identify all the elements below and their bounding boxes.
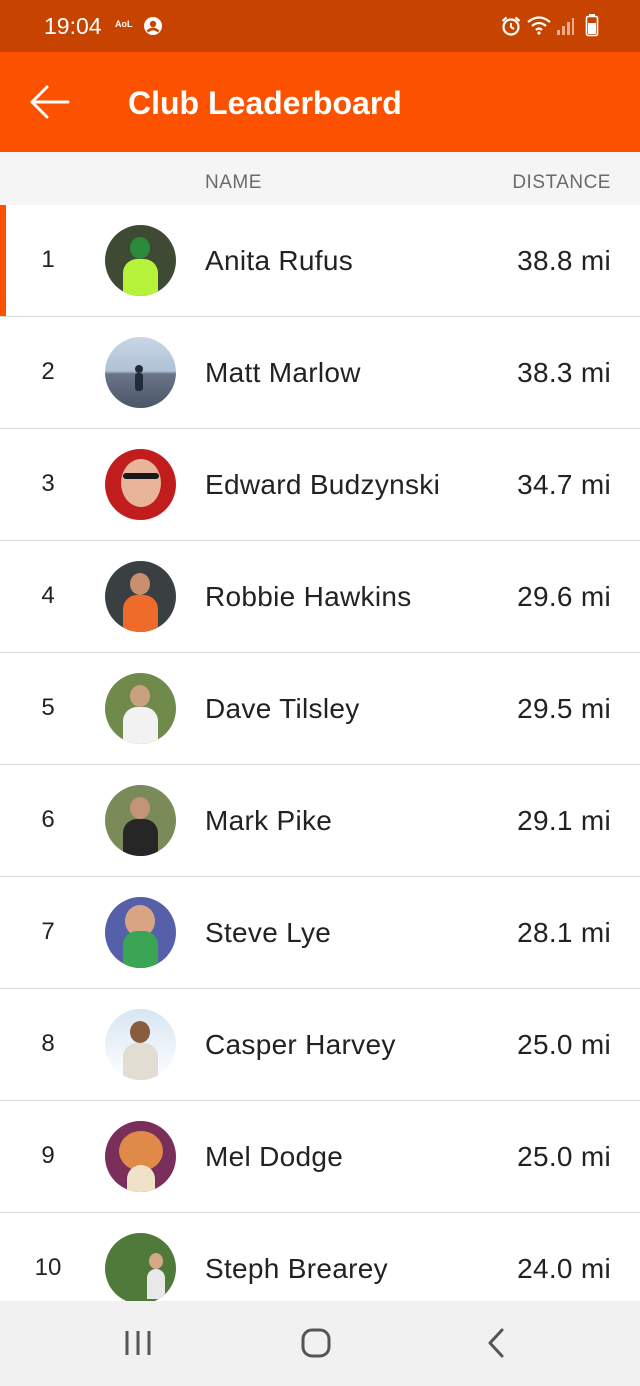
leaderboard-row[interactable]: 7 Steve Lye 28.1 mi xyxy=(0,877,640,989)
avatar xyxy=(105,1233,176,1301)
leaderboard-list: 1 Anita Rufus 38.8 mi 2 Matt Marlow 38.3… xyxy=(0,205,640,1301)
athlete-distance: 25.0 mi xyxy=(517,1029,611,1060)
athlete-distance: 38.8 mi xyxy=(517,245,611,276)
recent-apps-button[interactable] xyxy=(116,1323,160,1363)
back-icon xyxy=(488,1328,504,1358)
athlete-name: Edward Budzynski xyxy=(205,469,441,500)
column-header-name: NAME xyxy=(205,172,262,193)
home-icon xyxy=(301,1328,331,1358)
rank: 6 xyxy=(41,806,55,833)
page-title: Club Leaderboard xyxy=(128,85,402,121)
alarm-icon xyxy=(501,16,521,36)
avatar xyxy=(105,1009,176,1080)
rank: 7 xyxy=(41,918,55,945)
avatar xyxy=(105,337,176,408)
athlete-distance: 34.7 mi xyxy=(517,469,611,500)
leaderboard-row[interactable]: 3 Edward Budzynski 34.7 mi xyxy=(0,429,640,541)
arrow-left-icon xyxy=(30,85,70,119)
column-header-distance: DISTANCE xyxy=(512,172,611,193)
avatar xyxy=(105,897,176,968)
athlete-name: Mark Pike xyxy=(205,805,333,836)
rank: 9 xyxy=(41,1142,55,1169)
athlete-distance: 25.0 mi xyxy=(517,1141,611,1172)
rank: 5 xyxy=(41,694,55,721)
back-button[interactable] xyxy=(20,78,80,126)
athlete-name: Robbie Hawkins xyxy=(205,581,412,612)
account-circle-icon xyxy=(144,17,162,35)
athlete-distance: 29.6 mi xyxy=(517,581,611,612)
rank: 10 xyxy=(34,1254,62,1281)
leaderboard-row[interactable]: 9 Mel Dodge 25.0 mi xyxy=(0,1101,640,1213)
athlete-distance: 28.1 mi xyxy=(517,917,611,948)
avatar xyxy=(105,673,176,744)
rank: 1 xyxy=(41,246,55,273)
leaderboard-row[interactable]: 8 Casper Harvey 25.0 mi xyxy=(0,989,640,1101)
nav-back-button[interactable] xyxy=(474,1323,518,1363)
status-time: 19:04 xyxy=(44,13,102,39)
rank: 2 xyxy=(41,358,55,385)
athlete-distance: 24.0 mi xyxy=(517,1253,611,1284)
leaderboard-row[interactable]: 6 Mark Pike 29.1 mi xyxy=(0,765,640,877)
battery-icon xyxy=(585,14,599,37)
column-headers: NAME DISTANCE xyxy=(0,152,640,205)
athlete-name: Steph Brearey xyxy=(205,1253,388,1284)
athlete-name: Steve Lye xyxy=(205,917,332,948)
system-nav-bar xyxy=(0,1301,640,1386)
athlete-name: Mel Dodge xyxy=(205,1141,344,1172)
athlete-distance: 38.3 mi xyxy=(517,357,611,388)
athlete-name: Anita Rufus xyxy=(205,245,354,276)
athlete-name: Casper Harvey xyxy=(205,1029,396,1060)
rank: 8 xyxy=(41,1030,55,1057)
athlete-distance: 29.1 mi xyxy=(517,805,611,836)
leaderboard-row[interactable]: 10 Steph Brearey 24.0 mi xyxy=(0,1213,640,1301)
leaderboard-row[interactable]: 5 Dave Tilsley 29.5 mi xyxy=(0,653,640,765)
rank: 4 xyxy=(41,582,55,609)
athlete-name: Dave Tilsley xyxy=(205,693,360,724)
carrier-badge: AoL xyxy=(115,19,133,29)
rank: 3 xyxy=(41,470,55,497)
leaderboard-row[interactable]: 1 Anita Rufus 38.8 mi xyxy=(0,205,640,317)
app-bar: Club Leaderboard xyxy=(0,52,640,152)
wifi-icon xyxy=(527,16,551,35)
leaderboard-row[interactable]: 2 Matt Marlow 38.3 mi xyxy=(0,317,640,429)
avatar xyxy=(105,1121,176,1192)
avatar xyxy=(105,449,176,520)
athlete-distance: 29.5 mi xyxy=(517,693,611,724)
home-button[interactable] xyxy=(294,1323,338,1363)
avatar xyxy=(105,561,176,632)
status-bar: 19:04 AoL xyxy=(0,0,640,52)
avatar xyxy=(105,225,176,296)
recent-apps-icon xyxy=(125,1331,151,1355)
signal-icon xyxy=(557,18,574,35)
athlete-name: Matt Marlow xyxy=(205,357,361,388)
leaderboard-row[interactable]: 4 Robbie Hawkins 29.6 mi xyxy=(0,541,640,653)
avatar xyxy=(105,785,176,856)
